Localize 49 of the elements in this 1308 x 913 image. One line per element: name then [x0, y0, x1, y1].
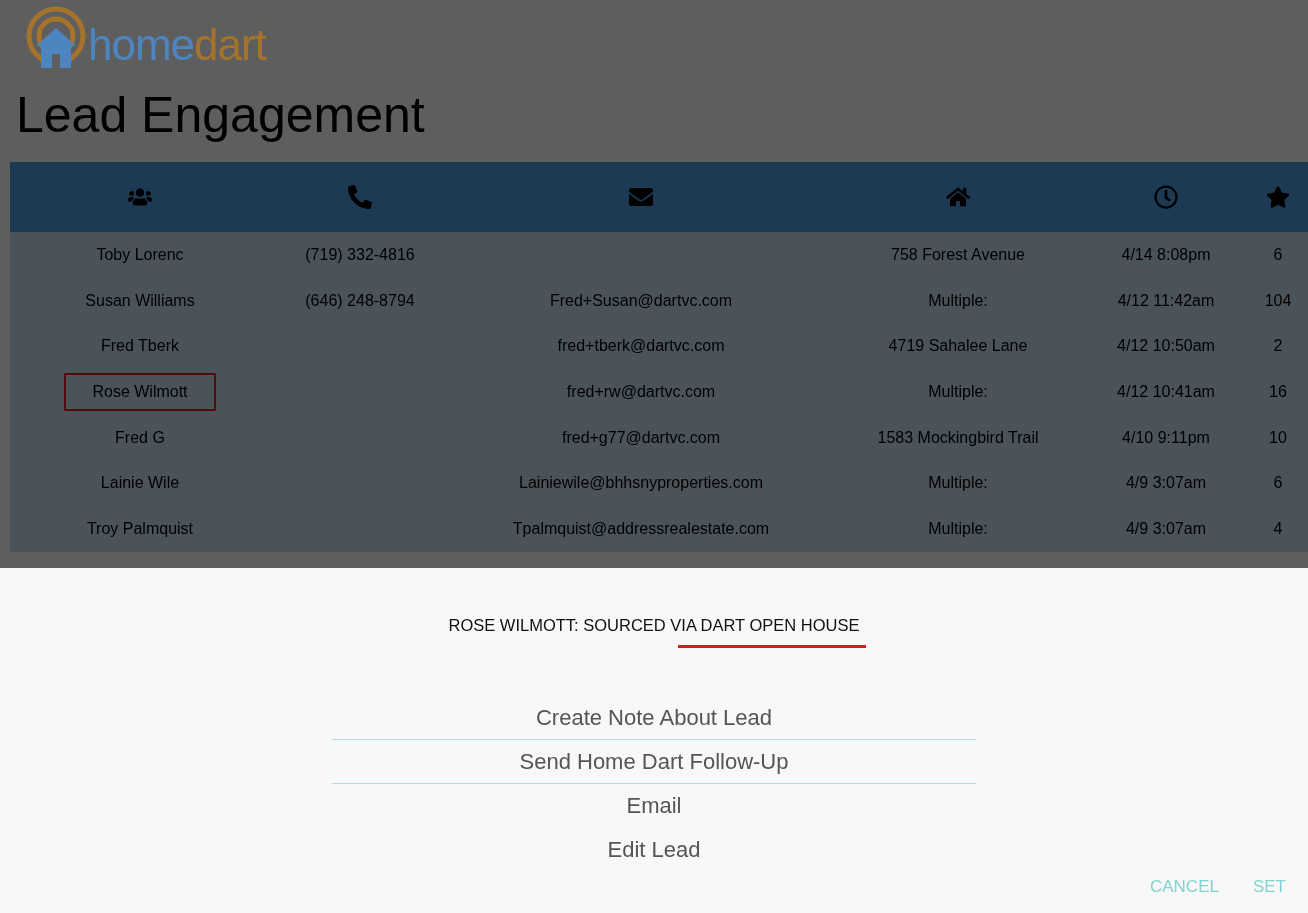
phone-icon — [348, 185, 372, 209]
table-cell: Rose Wilmott — [64, 372, 216, 411]
table-cell-text: Lainiewile@bhhsnyproperties.com — [518, 473, 764, 494]
action-item[interactable]: Create Note About Lead — [332, 696, 976, 740]
table-cell-text: 1583 Mockingbird Trail — [876, 427, 1040, 448]
clock-icon — [1154, 185, 1178, 209]
table-cell-text: 10 — [1268, 427, 1288, 448]
action-item[interactable]: Edit Lead — [332, 828, 976, 872]
table-cell-text: Multiple: — [927, 518, 989, 539]
table-cell-text: Fred+Susan@dartvc.com — [548, 290, 734, 311]
table-cell-text: fred+tberk@dartvc.com — [556, 336, 726, 357]
table-cell-text: 4/9 3:07am — [1124, 473, 1208, 494]
action-item[interactable]: Send Home Dart Follow-Up — [332, 740, 976, 784]
table-cell-text: 4/9 3:07am — [1124, 518, 1208, 539]
table-cell-text: Multiple: — [927, 473, 989, 494]
table-cell-text: 6 — [1272, 473, 1284, 494]
action-item[interactable]: Email — [332, 784, 976, 828]
house-icon — [946, 185, 970, 209]
table-cell-text: 2 — [1272, 336, 1284, 357]
table-cell-text: 4/12 10:41am — [1116, 381, 1216, 402]
envelope-icon — [629, 185, 653, 209]
logo-icon — [26, 6, 88, 70]
table-cell-text: Susan Williams — [84, 290, 196, 311]
table-cell-text: 4/14 8:08pm — [1120, 244, 1212, 265]
table-cell-text: Tpalmquist@addressrealestate.com — [511, 518, 771, 539]
table-cell-text: (719) 332-4816 — [304, 244, 416, 265]
table-cell-text: 4 — [1272, 518, 1284, 539]
table-cell-text: 4719 Sahalee Lane — [887, 336, 1029, 357]
table-cell-text: 6 — [1272, 244, 1284, 265]
table-cell-text: fred+g77@dartvc.com — [560, 427, 722, 448]
table-cell-text: fred+rw@dartvc.com — [565, 381, 717, 402]
table-cell-text: Troy Palmquist — [85, 518, 195, 539]
table-cell-text: 4/10 9:11pm — [1121, 427, 1211, 448]
star-icon — [1266, 185, 1290, 209]
table-cell-text: 4/12 10:50am — [1116, 336, 1216, 357]
table-cell-text: 758 Forest Avenue — [890, 244, 1026, 265]
table-cell-text: 4/12 11:42am — [1116, 290, 1216, 311]
table-cell-text: Fred Tberk — [100, 336, 180, 357]
table-cell-text: Multiple: — [927, 381, 989, 402]
table-cell-text: Toby Lorenc — [95, 244, 185, 265]
logo-wordmark: homedart — [88, 20, 266, 70]
table-cell-text: (646) 248-8794 — [304, 290, 416, 311]
table-cell-text: Fred G — [114, 427, 166, 448]
dialog-heading: ROSE WILMOTT: SOURCED VIA DART OPEN HOUSE — [448, 616, 860, 636]
table-cell-text: Multiple: — [927, 290, 989, 311]
page-title: Lead Engagement — [16, 86, 425, 145]
table-cell-text: 104 — [1263, 290, 1293, 311]
table-cell-text: 16 — [1268, 381, 1288, 402]
table-cell-text: Lainie Wile — [99, 473, 181, 494]
